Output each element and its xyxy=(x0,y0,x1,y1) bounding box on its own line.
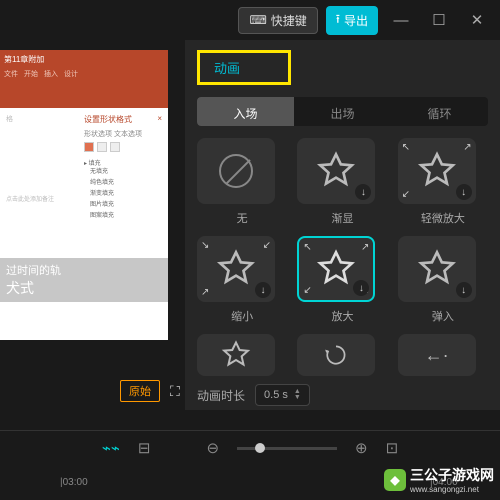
keyboard-icon: ⌨ xyxy=(249,13,266,27)
anim-zoomout-label: 缩小 xyxy=(197,308,287,324)
zoom-slider[interactable] xyxy=(237,447,337,450)
anim-zoomin[interactable]: ↖ ↗ ↙ ↘ ↓ xyxy=(297,236,375,302)
split-icon[interactable]: ⊟ xyxy=(138,439,151,457)
download-icon: ↓ xyxy=(255,282,271,298)
duration-value: 0.5 s xyxy=(264,389,288,401)
shortcuts-label: 快捷键 xyxy=(271,12,307,29)
arrow-left-icon: ←· xyxy=(425,345,449,366)
watermark: ◆ 三公子游戏网 www.sangongzi.net xyxy=(384,465,494,494)
star-icon xyxy=(316,249,356,289)
anim-extra-2[interactable] xyxy=(297,334,375,376)
anim-zoomin-label: 放大 xyxy=(297,308,387,324)
star-icon xyxy=(216,249,256,289)
tab-animation[interactable]: 动画 xyxy=(197,50,291,85)
star-icon xyxy=(417,151,457,191)
ppt-format-pane: 设置形状格式 × 形状选项 文本选项 ▸ 填充 无填充纯色填充渐变填充图片填充图… xyxy=(84,114,162,222)
anim-extra-3[interactable]: ←· xyxy=(398,334,476,376)
shortcuts-button[interactable]: ⌨ 快捷键 xyxy=(238,7,317,34)
watermark-url: www.sangongzi.net xyxy=(410,485,494,494)
anim-slight-zoomin[interactable]: ↖ ↗ ↙ ↓ xyxy=(398,138,476,204)
ppt-ribbon: 第11章附加 文件开始插入设计 xyxy=(0,50,168,108)
zoom-in-icon[interactable]: ⊕ xyxy=(355,439,368,457)
slide-thumbnail[interactable]: 第11章附加 文件开始插入设计 格 点击此处添加备注 设置形状格式 × 形状选项… xyxy=(0,50,168,340)
export-button[interactable]: ⭱ 导出 xyxy=(326,6,378,35)
spin-icon xyxy=(323,342,349,368)
titlebar: ⌨ 快捷键 ⭱ 导出 — ☐ ✕ xyxy=(0,0,500,40)
pane-title: 设置形状格式 xyxy=(84,114,132,125)
anim-fade[interactable]: ↓ xyxy=(297,138,375,204)
download-icon: ↓ xyxy=(456,184,472,200)
subtab-exit[interactable]: 出场 xyxy=(294,97,391,126)
main-area: 第11章附加 文件开始插入设计 格 点击此处添加备注 设置形状格式 × 形状选项… xyxy=(0,40,500,410)
export-label: 导出 xyxy=(344,12,368,29)
none-icon xyxy=(219,154,253,188)
magnet-icon[interactable]: ⌁⌁ xyxy=(102,439,120,457)
subtab-loop[interactable]: 循环 xyxy=(391,97,488,126)
anim-extra-1[interactable] xyxy=(197,334,275,376)
watermark-icon: ◆ xyxy=(384,469,406,491)
slide-overlay-text: 过时间的轨 犬式 xyxy=(0,258,168,302)
tab-animation-label: 动画 xyxy=(214,58,240,77)
pane-subtitle: 形状选项 文本选项 xyxy=(84,129,162,139)
anim-none-label: 无 xyxy=(197,210,287,226)
maximize-button[interactable]: ☐ xyxy=(424,5,454,35)
duration-input[interactable]: 0.5 s ▲▼ xyxy=(255,384,310,406)
download-icon: ↓ xyxy=(355,184,371,200)
pane-close-icon: × xyxy=(157,114,162,125)
anim-none[interactable] xyxy=(197,138,275,204)
subtab-enter[interactable]: 入场 xyxy=(197,97,294,126)
animation-panel: 动画 入场 出场 循环 无 ↓ 渐显 ↖ xyxy=(185,40,500,410)
watermark-text: 三公子游戏网 xyxy=(410,465,494,485)
zoom-fit-icon[interactable]: ⊡ xyxy=(386,439,399,457)
anim-bounce[interactable]: ↓ xyxy=(398,236,476,302)
ppt-tabs: 文件开始插入设计 xyxy=(4,69,164,79)
original-button[interactable]: 原始 xyxy=(120,380,160,402)
star-icon xyxy=(316,151,356,191)
zoom-out-icon[interactable]: ⊖ xyxy=(206,439,219,457)
ppt-slide-area: 格 点击此处添加备注 xyxy=(6,114,80,222)
preview-pane: 第11章附加 文件开始插入设计 格 点击此处添加备注 设置形状格式 × 形状选项… xyxy=(0,40,185,410)
anim-zoomout[interactable]: ↘ ↙ ↗ ↖ ↓ xyxy=(197,236,275,302)
timeline-tools: ⌁⌁ ⊟ ⊖ ⊕ ⊡ xyxy=(0,431,500,465)
tick-0300: 03:00 xyxy=(63,477,88,488)
anim-bounce-label: 弹入 xyxy=(398,308,488,324)
ppt-title: 第11章附加 xyxy=(4,54,164,65)
animation-grid: 无 ↓ 渐显 ↖ ↗ ↙ ↓ 轻微放大 xyxy=(197,138,488,376)
duration-stepper[interactable]: ▲▼ xyxy=(294,389,301,401)
star-icon xyxy=(417,249,457,289)
anim-fade-label: 渐显 xyxy=(297,210,387,226)
upload-icon: ⭱ xyxy=(336,10,340,31)
duration-row: 动画时长 0.5 s ▲▼ xyxy=(197,384,488,406)
minimize-button[interactable]: — xyxy=(386,5,416,35)
download-icon: ↓ xyxy=(456,282,472,298)
fullscreen-icon[interactable]: ⛶ xyxy=(170,383,180,400)
anim-slight-zoomin-label: 轻微放大 xyxy=(398,210,488,226)
star-icon xyxy=(221,340,251,370)
close-button[interactable]: ✕ xyxy=(462,5,492,35)
animation-subtabs: 入场 出场 循环 xyxy=(197,97,488,126)
duration-label: 动画时长 xyxy=(197,387,245,404)
